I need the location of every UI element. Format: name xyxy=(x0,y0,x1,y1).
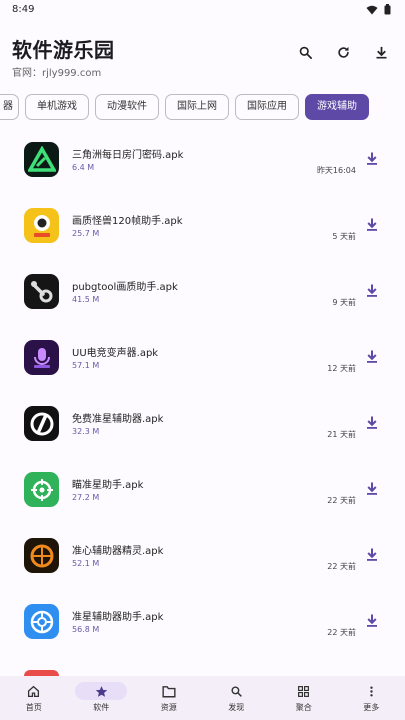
search-icon xyxy=(299,46,312,59)
download-icon[interactable] xyxy=(366,350,378,363)
list-item[interactable]: 免费准星辅助器.apk 32.3 M 21 天前 xyxy=(0,396,405,462)
refresh-button[interactable] xyxy=(335,44,351,60)
app-name: 准星辅助器助手.apk xyxy=(72,612,164,623)
status-bar: 8:49 xyxy=(0,0,405,22)
nav-resources[interactable]: 资源 xyxy=(135,676,203,720)
app-icon-sight-helper xyxy=(24,604,59,639)
app-size: 32.3 M xyxy=(72,427,100,436)
download-icon xyxy=(376,46,386,58)
microphone-icon xyxy=(33,347,50,368)
download-icon[interactable] xyxy=(366,218,378,231)
refresh-icon xyxy=(337,46,349,58)
app-name: 免费准星辅助器.apk xyxy=(72,414,164,425)
list-item[interactable]: 三角洲每日房门密码.apk 6.4 M 昨天16:04 xyxy=(0,132,405,198)
app-name: 画质怪兽120帧助手.apk xyxy=(72,216,183,227)
app-size: 6.4 M xyxy=(72,163,95,172)
app-icon-monster xyxy=(24,208,59,243)
download-icon[interactable] xyxy=(366,482,378,495)
wifi-icon xyxy=(366,5,378,14)
slash-circle-icon xyxy=(30,412,53,435)
site-url: 官网：rjly999.com xyxy=(12,68,102,79)
search-icon xyxy=(231,685,242,697)
app-name: UU电竞变声器.apk xyxy=(72,348,159,359)
app-size: 52.1 M xyxy=(72,559,100,568)
app-date: 5 天前 xyxy=(332,232,356,241)
list-item[interactable]: UU电竞变声器.apk 57.1 M 12 天前 xyxy=(0,330,405,396)
download-icon[interactable] xyxy=(366,284,378,297)
app-icon-uu-voice xyxy=(24,340,59,375)
app-list: 三角洲每日房门密码.apk 6.4 M 昨天16:04 画质怪兽120帧助手.a… xyxy=(0,132,405,660)
crosshair-icon xyxy=(30,478,53,501)
nav-discover[interactable]: 发现 xyxy=(203,676,271,720)
app-date: 21 天前 xyxy=(327,430,356,439)
app-date: 22 天前 xyxy=(327,562,356,571)
app-date: 22 天前 xyxy=(327,628,356,637)
monster-eye-icon xyxy=(33,214,50,237)
nav-label: 资源 xyxy=(160,703,177,712)
app-icon-aim-helper xyxy=(24,472,59,507)
more-vertical-icon xyxy=(370,686,373,696)
list-item[interactable]: 准星辅助器助手.apk 56.8 M 22 天前 xyxy=(0,594,405,660)
status-icons xyxy=(366,4,391,15)
bottom-navigation: 首页 软件 资源 发现 聚合 更多 xyxy=(0,676,405,720)
download-icon[interactable] xyxy=(366,152,378,165)
app-name: pubgtool画质助手.apk xyxy=(72,282,178,293)
folder-icon xyxy=(162,685,176,697)
scope-icon xyxy=(30,544,53,567)
tab-single-player-games[interactable]: 单机游戏 xyxy=(25,94,89,120)
app-name: 瞄准星助手.apk xyxy=(72,480,144,491)
nav-home[interactable]: 首页 xyxy=(0,676,68,720)
app-icon-pubgtool xyxy=(24,274,59,309)
app-icon-crosshair-free xyxy=(24,406,59,441)
page-title: 软件游乐园 xyxy=(12,38,115,62)
app-date: 9 天前 xyxy=(332,298,356,307)
battery-icon xyxy=(384,4,391,15)
tab-anime-software[interactable]: 动漫软件 xyxy=(95,94,159,120)
status-time: 8:49 xyxy=(12,4,35,15)
app-date: 12 天前 xyxy=(327,364,356,373)
triangle-logo-icon xyxy=(27,145,56,172)
app-size: 57.1 M xyxy=(72,361,100,370)
nav-label: 发现 xyxy=(228,703,245,712)
app-name: 三角洲每日房门密码.apk xyxy=(72,150,184,161)
app-name: 准心辅助器精灵.apk xyxy=(72,546,164,557)
tab-international-internet[interactable]: 国际上网 xyxy=(165,94,229,120)
list-item[interactable]: 准心辅助器精灵.apk 52.1 M 22 天前 xyxy=(0,528,405,594)
category-tabs: 器 单机游戏 动漫软件 国际上网 国际应用 游戏辅助 xyxy=(0,94,405,120)
nav-software[interactable]: 软件 xyxy=(68,676,136,720)
list-item[interactable]: pubgtool画质助手.apk 41.5 M 9 天前 xyxy=(0,264,405,330)
tab-international-apps[interactable]: 国际应用 xyxy=(235,94,299,120)
nav-label: 软件 xyxy=(93,703,110,712)
search-button[interactable] xyxy=(297,44,313,60)
app-size: 56.8 M xyxy=(72,625,100,634)
download-icon[interactable] xyxy=(366,614,378,627)
app-date: 22 天前 xyxy=(327,496,356,505)
header-actions xyxy=(297,44,389,60)
app-icon-delta xyxy=(24,142,59,177)
app-date: 昨天16:04 xyxy=(316,166,356,175)
download-icon[interactable] xyxy=(366,548,378,561)
tab-game-assist[interactable]: 游戏辅助 xyxy=(305,94,369,120)
app-size: 41.5 M xyxy=(72,295,100,304)
app-size: 27.2 M xyxy=(72,493,100,502)
nav-more[interactable]: 更多 xyxy=(338,676,405,720)
wrench-gear-icon xyxy=(30,280,52,302)
home-icon xyxy=(28,685,40,697)
app-icon-sight-sprite xyxy=(24,538,59,573)
star-icon xyxy=(95,685,107,697)
nav-aggregate[interactable]: 聚合 xyxy=(270,676,338,720)
grid-icon xyxy=(298,685,310,697)
list-item[interactable]: 瞄准星助手.apk 27.2 M 22 天前 xyxy=(0,462,405,528)
tab-tools[interactable]: 器 xyxy=(0,94,19,120)
target-icon xyxy=(30,610,53,633)
nav-label: 首页 xyxy=(25,703,42,712)
list-item[interactable]: 画质怪兽120帧助手.apk 25.7 M 5 天前 xyxy=(0,198,405,264)
download-button[interactable] xyxy=(373,44,389,60)
download-icon[interactable] xyxy=(366,416,378,429)
nav-label: 聚合 xyxy=(295,703,312,712)
app-size: 25.7 M xyxy=(72,229,100,238)
nav-label: 更多 xyxy=(363,703,380,712)
